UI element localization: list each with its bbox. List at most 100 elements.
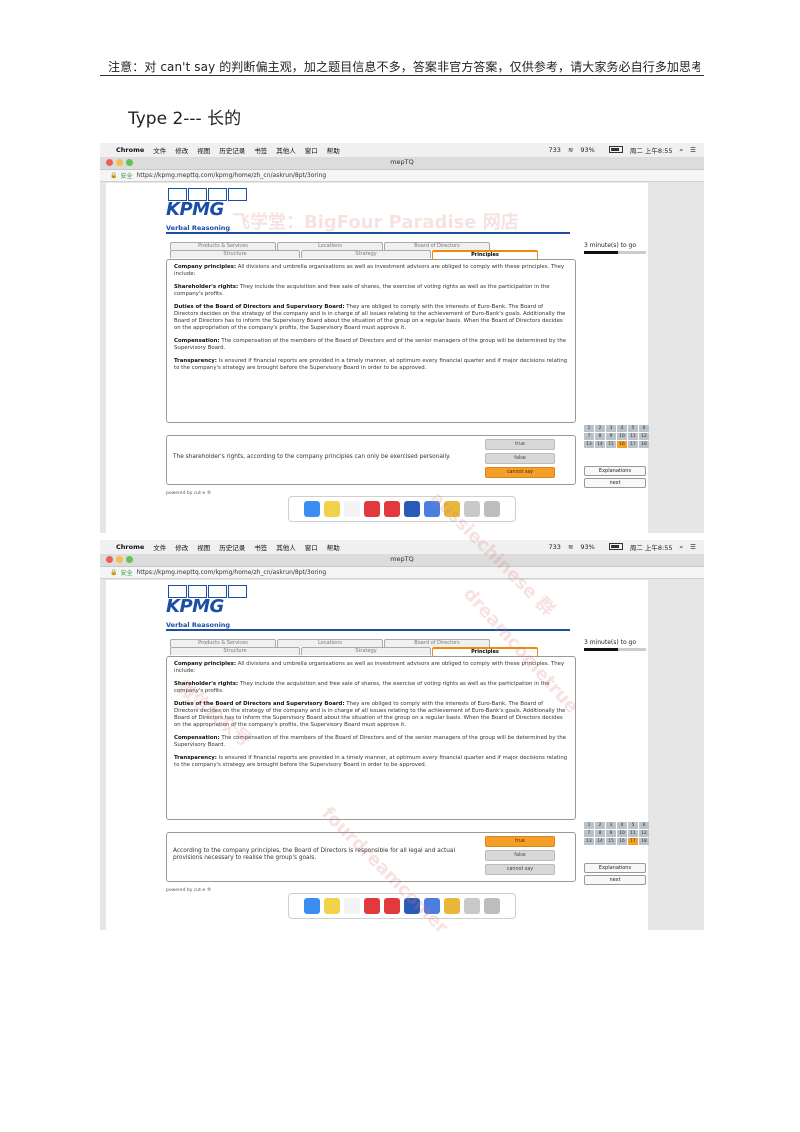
question-nav-cell[interactable]: 6 <box>639 425 649 432</box>
tab-products-services[interactable]: Products & Services <box>170 639 276 647</box>
menu-file[interactable]: 文件 <box>153 145 166 155</box>
battery-icon[interactable] <box>602 542 623 552</box>
baidu-icon[interactable] <box>424 898 440 914</box>
question-nav-cell[interactable]: 1 <box>584 425 594 432</box>
search-icon[interactable]: ⌕ <box>680 543 684 552</box>
tab-products-services[interactable]: Products & Services <box>170 242 276 250</box>
calendar-icon[interactable] <box>344 501 360 517</box>
tab-structure[interactable]: Structure <box>170 250 300 258</box>
question-nav-cell[interactable]: 3 <box>606 822 616 829</box>
list-icon[interactable]: ☰ <box>690 146 696 154</box>
question-nav-cell[interactable]: 9 <box>606 830 616 837</box>
question-nav-cell[interactable]: 17 <box>628 838 638 845</box>
calendar-icon[interactable] <box>344 898 360 914</box>
trash-icon[interactable] <box>484 501 500 517</box>
clock[interactable]: 周二 上午8:55 <box>630 542 673 552</box>
question-nav-cell[interactable]: 13 <box>584 838 594 845</box>
question-nav-cell[interactable]: 18 <box>639 441 649 448</box>
question-nav-cell[interactable]: 5 <box>628 425 638 432</box>
clock[interactable]: 周二 上午8:55 <box>630 145 673 155</box>
question-nav-cell[interactable]: 7 <box>584 830 594 837</box>
question-nav-cell[interactable]: 7 <box>584 433 594 440</box>
menu-file[interactable]: 文件 <box>153 542 166 552</box>
menu-view[interactable]: 视图 <box>197 145 210 155</box>
menu-people[interactable]: 其他人 <box>276 145 296 155</box>
address-bar[interactable]: 🔒 安全 https://kpmg.mepttq.com/kpmg/home/z… <box>100 567 704 579</box>
answer-false-button[interactable]: false <box>485 453 555 464</box>
question-nav-cell[interactable]: 5 <box>628 822 638 829</box>
question-nav-cell[interactable]: 1 <box>584 822 594 829</box>
menu-help[interactable]: 帮助 <box>327 145 340 155</box>
question-nav-cell[interactable]: 9 <box>606 433 616 440</box>
menu-edit[interactable]: 修改 <box>175 145 188 155</box>
next-button[interactable]: next <box>584 875 646 885</box>
explanations-button[interactable]: Explanations <box>584 863 646 873</box>
tab-structure[interactable]: Structure <box>170 647 300 655</box>
word-icon[interactable] <box>404 501 420 517</box>
answer-cannot-say-button[interactable]: cannot say <box>485 864 555 875</box>
answer-true-button[interactable]: true <box>485 836 555 847</box>
question-nav-cell[interactable]: 6 <box>639 822 649 829</box>
answer-false-button[interactable]: false <box>485 850 555 861</box>
question-nav-cell[interactable]: 12 <box>639 830 649 837</box>
menu-window[interactable]: 窗口 <box>305 542 318 552</box>
question-nav-cell[interactable]: 3 <box>606 425 616 432</box>
notification-count[interactable]: 733 <box>549 543 561 551</box>
question-nav-cell[interactable]: 15 <box>606 838 616 845</box>
question-nav-cell[interactable]: 16 <box>617 441 627 448</box>
menu-view[interactable]: 视图 <box>197 542 210 552</box>
menu-history[interactable]: 历史记录 <box>219 542 245 552</box>
question-nav-cell[interactable]: 2 <box>595 822 605 829</box>
question-nav-cell[interactable]: 12 <box>639 433 649 440</box>
explanations-button[interactable]: Explanations <box>584 466 646 476</box>
question-nav-cell[interactable]: 8 <box>595 433 605 440</box>
word-icon[interactable] <box>404 898 420 914</box>
app-icon[interactable] <box>384 898 400 914</box>
file-icon[interactable] <box>464 501 480 517</box>
tab-board-of-directors[interactable]: Board of Directors <box>384 639 490 647</box>
question-nav-cell[interactable]: 16 <box>617 838 627 845</box>
question-nav-cell[interactable]: 11 <box>628 433 638 440</box>
baidu-icon[interactable] <box>424 501 440 517</box>
notes-icon[interactable] <box>324 898 340 914</box>
finder-icon[interactable] <box>304 501 320 517</box>
app-icon[interactable] <box>364 501 380 517</box>
answer-cannot-say-button[interactable]: cannot say <box>485 467 555 478</box>
menu-bookmarks[interactable]: 书签 <box>254 145 267 155</box>
notification-count[interactable]: 733 <box>549 146 561 154</box>
menu-history[interactable]: 历史记录 <box>219 145 245 155</box>
menu-people[interactable]: 其他人 <box>276 542 296 552</box>
question-nav-cell[interactable]: 11 <box>628 830 638 837</box>
url-text[interactable]: https://kpmg.mepttq.com/kpmg/home/zh_cn/… <box>137 172 327 179</box>
list-icon[interactable]: ☰ <box>690 543 696 551</box>
file-icon[interactable] <box>464 898 480 914</box>
question-nav-cell[interactable]: 8 <box>595 830 605 837</box>
menu-bookmarks[interactable]: 书签 <box>254 542 267 552</box>
menu-chrome[interactable]: Chrome <box>116 146 144 154</box>
tab-principles[interactable]: Principles <box>432 250 538 259</box>
tab-strategy[interactable]: Strategy <box>301 250 431 258</box>
trash-icon[interactable] <box>484 898 500 914</box>
tab-locations[interactable]: Locations <box>277 242 383 250</box>
question-nav-cell[interactable]: 10 <box>617 433 627 440</box>
next-button[interactable]: next <box>584 478 646 488</box>
menu-chrome[interactable]: Chrome <box>116 543 144 551</box>
question-nav-cell[interactable]: 15 <box>606 441 616 448</box>
wifi-icon[interactable]: ≋ <box>568 543 573 551</box>
url-text[interactable]: https://kpmg.mepttq.com/kpmg/home/zh_cn/… <box>137 569 327 576</box>
answer-true-button[interactable]: true <box>485 439 555 450</box>
tab-locations[interactable]: Locations <box>277 639 383 647</box>
search-icon[interactable]: ⌕ <box>680 146 684 155</box>
question-nav-cell[interactable]: 10 <box>617 830 627 837</box>
app-icon[interactable] <box>364 898 380 914</box>
question-nav-cell[interactable]: 4 <box>617 425 627 432</box>
wifi-icon[interactable]: ≋ <box>568 146 573 154</box>
menu-edit[interactable]: 修改 <box>175 542 188 552</box>
question-nav-cell[interactable]: 2 <box>595 425 605 432</box>
question-nav-cell[interactable]: 18 <box>639 838 649 845</box>
battery-icon[interactable] <box>602 145 623 155</box>
address-bar[interactable]: 🔒 安全 https://kpmg.mepttq.com/kpmg/home/z… <box>100 170 704 182</box>
chrome-icon[interactable] <box>444 898 460 914</box>
chrome-icon[interactable] <box>444 501 460 517</box>
question-nav-cell[interactable]: 14 <box>595 441 605 448</box>
